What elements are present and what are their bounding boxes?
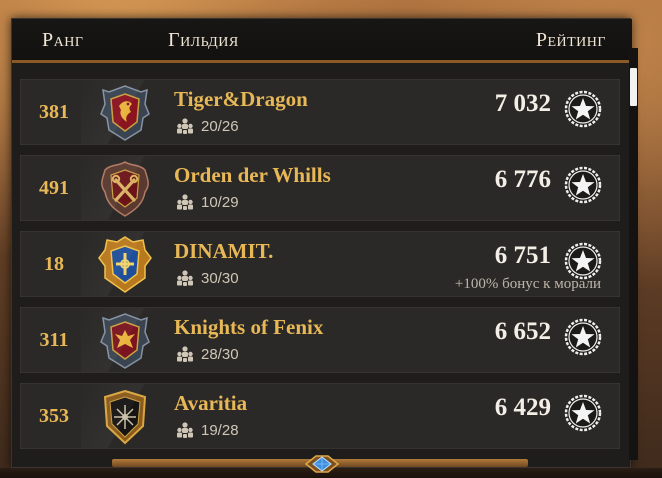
guild-row[interactable]: 491 Orden der Whills 10/29 6 776 — [20, 155, 620, 221]
guild-rating: 6 776 — [494, 166, 551, 193]
members-icon — [177, 118, 193, 134]
guild-column-header[interactable]: Гильдия — [168, 29, 239, 52]
member-count: 19/28 — [175, 420, 239, 440]
morale-bonus: +100% бонус к морали — [454, 276, 601, 292]
guild-rating: 7 032 — [494, 90, 551, 117]
crossed-keys-shield-icon — [101, 161, 149, 217]
guild-name[interactable]: Tiger&Dragon — [174, 87, 308, 112]
guild-ranking-panel: Ранг Гильдия Рейтинг 381 Tiger&Dragon 20… — [11, 18, 632, 468]
member-count: 20/26 — [175, 116, 239, 136]
guild-rank: 18 — [44, 253, 64, 275]
guild-row[interactable]: 18 DINAMIT. 30/30 6 751 +100% бонус к мо… — [20, 231, 620, 297]
guild-rank: 311 — [39, 329, 69, 351]
phoenix-shield-icon — [100, 313, 150, 369]
star-badge-icon — [564, 394, 602, 432]
guild-list: 381 Tiger&Dragon 20/26 7 032 491 Orden d… — [20, 79, 620, 459]
guild-name[interactable]: Avaritia — [174, 391, 247, 416]
scrollbar-thumb[interactable] — [630, 68, 637, 106]
guild-rank: 381 — [39, 101, 69, 123]
member-count: 10/29 — [175, 192, 239, 212]
guild-rank: 353 — [39, 405, 69, 427]
member-count: 30/30 — [175, 268, 239, 288]
guild-rating: 6 751 — [494, 242, 551, 269]
guild-name[interactable]: Orden der Whills — [174, 163, 331, 188]
star-shield-icon — [103, 389, 147, 445]
rank-column-header[interactable]: Ранг — [42, 29, 83, 52]
members-icon — [177, 422, 193, 438]
members-icon — [177, 194, 193, 210]
guild-rating: 6 429 — [494, 394, 551, 421]
guild-rank: 491 — [39, 177, 69, 199]
dragon-shield-icon — [100, 85, 150, 141]
gem-icon — [304, 455, 340, 473]
member-count-value: 20/26 — [201, 117, 239, 135]
rating-column-header[interactable]: Рейтинг — [536, 29, 606, 52]
star-badge-icon — [564, 90, 602, 128]
members-icon — [177, 270, 193, 286]
member-count-value: 28/30 — [201, 345, 239, 363]
guild-row[interactable]: 311 Knights of Fenix 28/30 6 652 — [20, 307, 620, 373]
member-count-value: 30/30 — [201, 269, 239, 287]
guild-row[interactable]: 381 Tiger&Dragon 20/26 7 032 — [20, 79, 620, 145]
member-count-value: 19/28 — [201, 421, 239, 439]
star-badge-icon — [564, 166, 602, 204]
guild-name[interactable]: DINAMIT. — [174, 239, 273, 264]
table-header: Ранг Гильдия Рейтинг — [12, 19, 632, 63]
star-badge-icon — [564, 242, 602, 280]
cross-shield-icon — [98, 236, 152, 293]
members-icon — [177, 346, 193, 362]
guild-row[interactable]: 353 Avaritia 19/28 6 429 — [20, 383, 620, 449]
member-count-value: 10/29 — [201, 193, 239, 211]
scrollbar[interactable] — [629, 48, 638, 460]
guild-name[interactable]: Knights of Fenix — [174, 315, 323, 340]
star-badge-icon — [564, 318, 602, 356]
member-count: 28/30 — [175, 344, 239, 364]
guild-rating: 6 652 — [494, 318, 551, 345]
